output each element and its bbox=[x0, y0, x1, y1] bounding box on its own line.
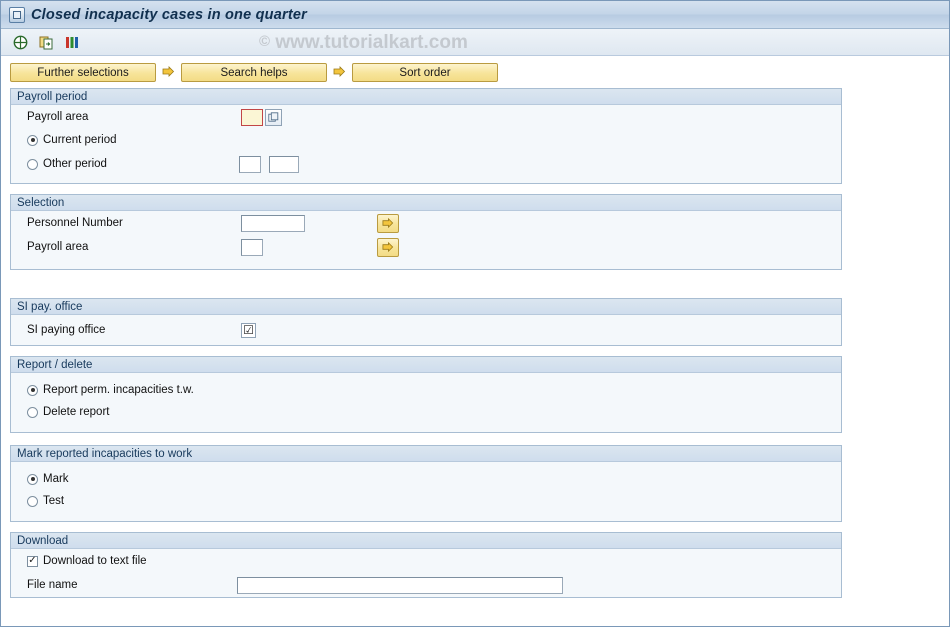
group-report-delete-title: Report / delete bbox=[11, 357, 841, 373]
row-payroll-area: Payroll area bbox=[11, 105, 841, 129]
row-si-paying-office: SI paying office ☑ bbox=[11, 315, 841, 345]
row-download-to-text-file[interactable]: ✓ Download to text file bbox=[11, 549, 841, 573]
row-selection-payroll-area: Payroll area bbox=[11, 235, 841, 259]
window-titlebar: Closed incapacity cases in one quarter bbox=[1, 1, 949, 29]
group-si-pay-office: SI pay. office SI paying office ☑ bbox=[10, 298, 842, 346]
window-menu-icon[interactable] bbox=[9, 6, 25, 23]
group-si-pay-office-title: SI pay. office bbox=[11, 299, 841, 315]
row-delete-report[interactable]: Delete report bbox=[11, 401, 841, 423]
payroll-area-match-code-icon[interactable] bbox=[265, 108, 282, 126]
group-mark-reported: Mark reported incapacities to work Mark … bbox=[10, 445, 842, 522]
execute-multiple-selection-icon[interactable] bbox=[36, 32, 57, 52]
mark-label: Mark bbox=[43, 473, 69, 485]
group-payroll-period-body: Payroll area Current period Other period bbox=[11, 105, 841, 183]
other-period-input-1[interactable] bbox=[239, 155, 261, 173]
personnel-number-label: Personnel Number bbox=[27, 217, 123, 229]
watermark-text: © www.tutorialkart.com bbox=[259, 32, 468, 54]
group-download-body: ✓ Download to text file File name bbox=[11, 549, 841, 597]
selection-payroll-area-input[interactable] bbox=[241, 238, 263, 256]
test-label: Test bbox=[43, 495, 65, 507]
further-selections-button[interactable]: Further selections bbox=[10, 63, 156, 82]
row-current-period[interactable]: Current period bbox=[11, 129, 841, 151]
delete-report-label: Delete report bbox=[43, 406, 110, 418]
group-report-delete-body: Report perm. incapacities t.w. Delete re… bbox=[11, 373, 841, 432]
execute-icon[interactable] bbox=[10, 32, 31, 52]
sap-selection-screen: Closed incapacity cases in one quarter ©… bbox=[0, 0, 950, 627]
group-si-pay-office-body: SI paying office ☑ bbox=[11, 315, 841, 345]
row-personnel-number: Personnel Number bbox=[11, 211, 841, 235]
row-mark[interactable]: Mark bbox=[11, 468, 841, 490]
payroll-area-input[interactable] bbox=[241, 108, 263, 126]
group-report-delete: Report / delete Report perm. incapacitie… bbox=[10, 356, 842, 433]
row-other-period[interactable]: Other period bbox=[11, 151, 841, 177]
payroll-area-label: Payroll area bbox=[27, 111, 89, 123]
test-radio[interactable] bbox=[27, 495, 38, 507]
variant-icon[interactable] bbox=[62, 32, 83, 52]
group-payroll-period: Payroll period Payroll area Current peri… bbox=[10, 88, 842, 184]
download-to-text-file-label: Download to text file bbox=[43, 555, 147, 567]
sort-order-arrow-icon[interactable] bbox=[332, 63, 347, 80]
mark-radio[interactable] bbox=[27, 473, 38, 485]
report-incapacities-radio[interactable] bbox=[27, 384, 38, 396]
report-incapacities-label: Report perm. incapacities t.w. bbox=[43, 384, 194, 396]
group-selection-title: Selection bbox=[11, 195, 841, 211]
current-period-label: Current period bbox=[43, 134, 117, 146]
other-period-label: Other period bbox=[43, 158, 107, 170]
copyright-symbol: © bbox=[259, 33, 271, 50]
current-period-radio[interactable] bbox=[27, 134, 38, 146]
row-test[interactable]: Test bbox=[11, 490, 841, 512]
selection-payroll-area-label: Payroll area bbox=[27, 241, 89, 253]
row-report-incapacities[interactable]: Report perm. incapacities t.w. bbox=[11, 379, 841, 401]
file-name-label: File name bbox=[27, 579, 78, 591]
row-file-name: File name bbox=[11, 573, 841, 597]
search-helps-arrow-icon[interactable] bbox=[161, 63, 176, 80]
other-period-radio[interactable] bbox=[27, 158, 38, 170]
personnel-number-multiple-selection-button[interactable] bbox=[377, 213, 399, 233]
download-to-text-file-checkbox[interactable]: ✓ bbox=[27, 555, 38, 567]
personnel-number-input[interactable] bbox=[241, 214, 305, 232]
group-download: Download ✓ Download to text file File na… bbox=[10, 532, 842, 598]
action-button-row: Further selections Search helps Sort ord… bbox=[10, 63, 949, 82]
delete-report-radio[interactable] bbox=[27, 406, 38, 418]
group-download-title: Download bbox=[11, 533, 841, 549]
page-title: Closed incapacity cases in one quarter bbox=[31, 6, 307, 23]
group-selection-body: Personnel Number Payroll area bbox=[11, 211, 841, 269]
si-paying-office-label: SI paying office bbox=[27, 324, 106, 336]
search-helps-button[interactable]: Search helps bbox=[181, 63, 327, 82]
group-selection: Selection Personnel Number Payroll area bbox=[10, 194, 842, 270]
watermark-label: www.tutorialkart.com bbox=[275, 32, 468, 53]
application-toolbar: © www.tutorialkart.com bbox=[1, 29, 949, 56]
group-mark-reported-body: Mark Test bbox=[11, 462, 841, 521]
si-paying-office-checkbox[interactable]: ☑ bbox=[241, 322, 256, 338]
group-mark-reported-title: Mark reported incapacities to work bbox=[11, 446, 841, 462]
other-period-input-2[interactable] bbox=[269, 155, 299, 173]
sort-order-button[interactable]: Sort order bbox=[352, 63, 498, 82]
selection-payroll-area-multiple-selection-button[interactable] bbox=[377, 237, 399, 257]
selection-screen-body: Further selections Search helps Sort ord… bbox=[1, 56, 949, 626]
group-payroll-period-title: Payroll period bbox=[11, 89, 841, 105]
file-name-input[interactable] bbox=[237, 576, 563, 594]
